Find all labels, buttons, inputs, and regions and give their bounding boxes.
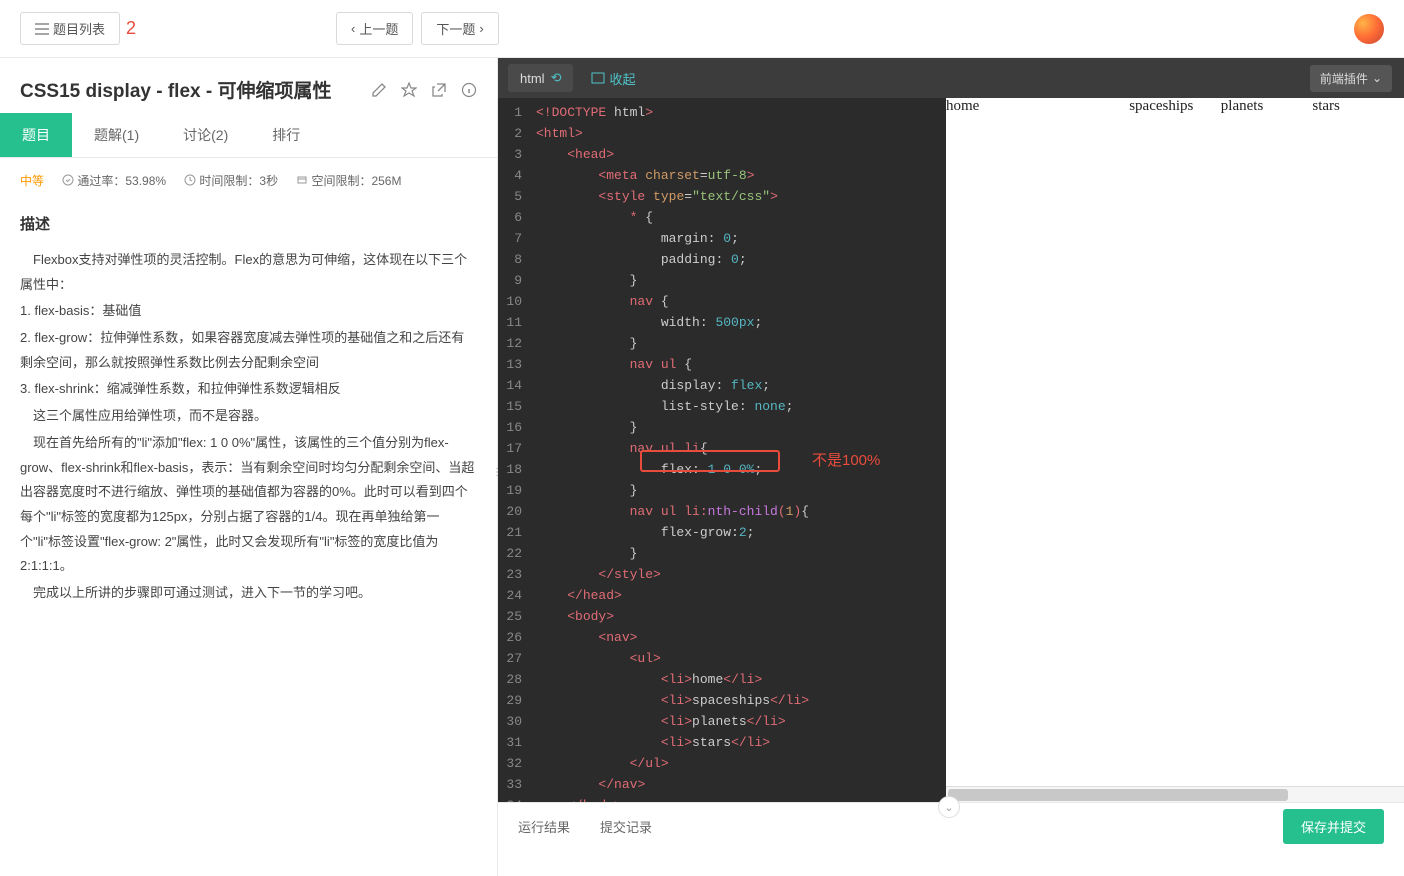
preview-item-stars: stars [1312,98,1404,115]
avatar[interactable] [1354,14,1384,44]
collapse-icon [591,72,605,84]
collapse-label: 收起 [609,69,635,88]
panel-collapse-toggle[interactable]: ⌄ [938,796,960,818]
collapse-button[interactable]: 收起 [591,69,635,88]
plugin-button[interactable]: 前端插件 ⌄ [1310,65,1392,92]
preview-item-home: home [946,98,1129,115]
preview-area: 前端插件 ⌄ home spaceships planets stars [946,58,1404,802]
refresh-icon[interactable]: ⟲ [551,70,562,86]
annotation-text: 不是100% [812,450,880,471]
tab-rank[interactable]: 排行 [250,113,322,157]
scrollbar-thumb[interactable] [948,789,1288,801]
star-icon[interactable] [401,81,417,98]
chevron-left-icon: ‹ [351,21,355,36]
notification-count: 2 [126,18,136,39]
editor-panel: ⋮ html ⟲ 收起 12345678 [498,58,1404,876]
language-selector[interactable]: html ⟲ [508,64,573,92]
problem-list-button[interactable]: 题目列表 [20,12,120,45]
code-content[interactable]: <!DOCTYPE html><html> <head> <meta chars… [528,98,946,802]
next-label: 下一题 [436,19,475,38]
tab-submit-history[interactable]: 提交记录 [600,817,652,836]
code-editor-area: html ⟲ 收起 123456789101112131415161718192… [498,58,946,802]
preview-toolbar: 前端插件 ⌄ [946,58,1404,98]
horizontal-scrollbar[interactable] [946,786,1404,802]
preview-item-spaceships: spaceships [1129,98,1221,115]
description-body: Flexbox支持对弹性项的灵活控制。Flex的意思为可伸缩，这体现在以下三个属… [20,248,477,606]
tab-run-result[interactable]: 运行结果 [518,817,570,836]
list-button-label: 题目列表 [53,19,105,38]
line-gutter: 1234567891011121314151617181920212223242… [498,98,528,802]
plugin-label: 前端插件 [1320,70,1368,87]
pass-rate: 通过率：53.98% [62,172,166,189]
problem-title: CSS15 display - flex - 可伸缩项属性 [20,76,331,103]
prev-label: 上一题 [359,19,398,38]
preview-item-planets: planets [1221,98,1313,115]
top-header: 题目列表 2 ‹ 上一题 下一题 › [0,0,1404,58]
problem-panel: CSS15 display - flex - 可伸缩项属性 题目 题解(1) 讨… [0,58,498,876]
tab-solution[interactable]: 题解(1) [72,113,161,157]
info-icon[interactable] [461,81,477,98]
prev-button[interactable]: ‹ 上一题 [336,12,413,45]
highlight-box [640,450,780,472]
problem-meta: 中等 通过率：53.98% 时间限制：3秒 空间限制：256M [0,158,497,203]
space-limit: 空间限制：256M [296,172,401,189]
description-heading: 描述 [20,213,477,234]
next-button[interactable]: 下一题 › [421,12,498,45]
editor-toolbar: html ⟲ 收起 [498,58,946,98]
code-editor[interactable]: 1234567891011121314151617181920212223242… [498,98,946,802]
preview-nav: home spaceships planets stars [946,98,1404,115]
tab-discuss[interactable]: 讨论(2) [161,113,250,157]
language-label: html [520,71,545,86]
share-icon[interactable] [431,81,447,98]
list-icon [35,23,49,35]
chevron-right-icon: › [479,21,483,36]
problem-tabs: 题目 题解(1) 讨论(2) 排行 [0,113,497,158]
chevron-down-icon: ⌄ [1372,71,1382,85]
difficulty-level: 中等 [20,172,44,189]
preview-content: home spaceships planets stars [946,98,1404,802]
edit-icon[interactable] [371,81,387,98]
time-limit: 时间限制：3秒 [184,172,278,189]
submit-button[interactable]: 保存并提交 [1283,809,1384,844]
tab-question[interactable]: 题目 [0,113,72,157]
